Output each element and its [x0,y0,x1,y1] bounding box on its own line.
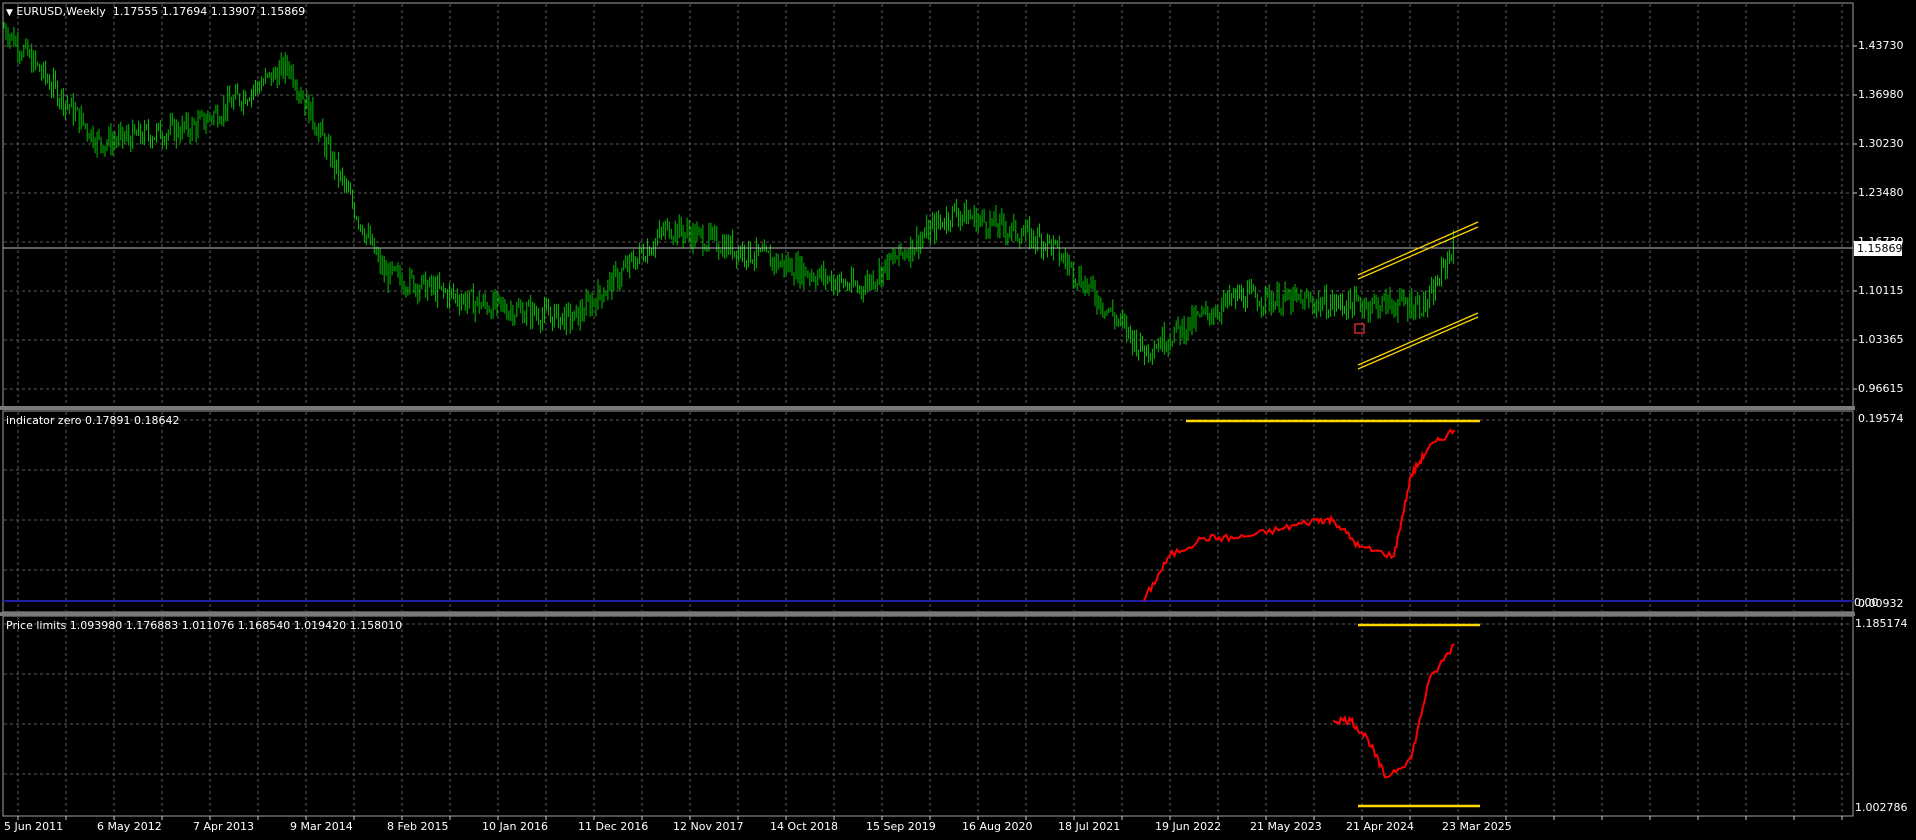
indicator-pane-frame [2,410,1854,613]
price-tick: 1.10115 [1858,284,1904,297]
ohlc-values: 1.17555 1.17694 1.13907 1.15869 [112,5,306,18]
price-tick: 0.96615 [1858,382,1904,395]
time-tick: 16 Aug 2020 [962,820,1033,833]
price-tick: 1.36980 [1858,88,1904,101]
time-tick: 19 Jun 2022 [1155,820,1222,833]
channel-lower-line-a[interactable] [1357,312,1479,366]
limits-tick: 1.002786 [1855,801,1908,814]
price-tick: 1.03365 [1858,333,1904,346]
time-tick: 6 May 2012 [97,820,162,833]
limits-tick: 1.185174 [1855,617,1908,630]
channel-upper-line-b[interactable] [1357,226,1479,280]
indicator-tick: 0.19574 [1858,412,1904,425]
main-pane-frame [2,2,1854,408]
price-tick: 1.43730 [1858,39,1904,52]
indicator-zero-line [1142,428,1456,602]
price-limits-line [1332,643,1455,779]
indicator-zero-label: indicator zero 0.17891 0.18642 [6,414,180,427]
indicator-tick: 0.00932 [1858,597,1904,610]
channel-lower-line-b[interactable] [1357,316,1479,370]
price-tick: 1.30230 [1858,137,1904,150]
axis-ticks [17,45,1857,820]
time-tick: 8 Feb 2015 [387,820,449,833]
price-limits-label: Price limits 1.093980 1.176883 1.011076 … [6,619,403,632]
pane-separator[interactable] [0,406,1855,410]
time-tick: 14 Oct 2018 [770,820,839,833]
symbol-label: EURUSD,Weekly [16,5,106,18]
pane-separator[interactable] [0,612,1855,616]
chevron-down-icon[interactable]: ▼ [6,8,13,18]
time-tick: 7 Apr 2013 [193,820,255,833]
time-tick: 18 Jul 2021 [1058,820,1121,833]
marker-box-icon[interactable] [1354,323,1365,334]
time-tick: 15 Sep 2019 [866,820,936,833]
time-tick: 5 Jun 2011 [4,820,64,833]
symbol-header[interactable]: ▼ EURUSD,Weekly 1.17555 1.17694 1.13907 … [6,5,305,18]
time-tick: 21 May 2023 [1250,820,1322,833]
limits-pane-frame [2,615,1854,817]
price-tick: 1.23480 [1858,186,1904,199]
time-tick: 9 Mar 2014 [290,820,353,833]
time-tick: 11 Dec 2016 [578,820,649,833]
time-tick: 12 Nov 2017 [673,820,744,833]
current-price-tag: 1.15869 [1854,241,1903,256]
time-tick: 23 Mar 2025 [1442,820,1512,833]
time-tick: 21 Apr 2024 [1346,820,1415,833]
time-tick: 10 Jan 2016 [482,820,548,833]
chart-canvas[interactable] [0,0,1916,840]
